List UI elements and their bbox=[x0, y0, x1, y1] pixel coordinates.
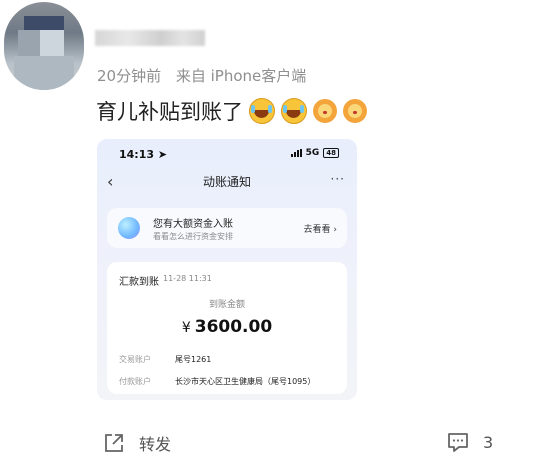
chevron-right-icon: › bbox=[333, 225, 337, 235]
comment-button[interactable]: 3 bbox=[447, 431, 493, 453]
repost-icon bbox=[105, 434, 123, 452]
banner-action: 去看看 › bbox=[303, 225, 338, 235]
post-text-content: 育儿补贴到账了 bbox=[96, 100, 243, 124]
status-icons: 5G 48 bbox=[290, 148, 339, 158]
transaction-card: 汇款到账 11-28 11:31 到账金额 ¥3600.00 交易账户 尾号126… bbox=[107, 262, 347, 394]
status-time: 14:13 ➤ bbox=[119, 148, 168, 161]
row-value: 长沙市天心区卫生健康局（尾号1095） bbox=[175, 377, 316, 386]
lion-emoji-icon bbox=[343, 99, 367, 123]
banner-title: 您有大额资金入账 bbox=[153, 219, 233, 230]
amount-number: 3600.00 bbox=[194, 317, 273, 337]
post-meta: 20分钟前 来自 iPhone客户端 bbox=[97, 65, 306, 86]
card-time: 11-28 11:31 bbox=[163, 274, 212, 283]
lion-emoji-icon bbox=[313, 99, 337, 123]
laugh-cry-emoji-icon bbox=[249, 98, 275, 124]
comment-count: 3 bbox=[483, 432, 494, 452]
repost-button[interactable]: 转发 bbox=[103, 431, 171, 455]
notice-banner: 您有大额资金入账 看看怎么进行资金安排 去看看 › bbox=[107, 208, 347, 248]
currency-symbol: ¥ bbox=[181, 320, 191, 336]
post-image[interactable]: 14:13 ➤ 5G 48 ‹ 动账通知 ··· 您有大额资金入账 看看怎么进行… bbox=[97, 139, 357, 400]
username-redacted[interactable] bbox=[95, 30, 205, 46]
row-key: 付款账户 bbox=[119, 377, 151, 386]
detail-row: 交易账户 尾号1261 bbox=[119, 354, 211, 365]
post-time: 20分钟前 bbox=[97, 67, 162, 85]
network-label: 5G bbox=[305, 148, 320, 158]
row-key: 交易账户 bbox=[119, 355, 151, 364]
row-value: 尾号1261 bbox=[175, 355, 212, 364]
battery-icon: 48 bbox=[323, 148, 339, 158]
signal-icon bbox=[290, 149, 302, 157]
avatar[interactable] bbox=[4, 2, 84, 90]
card-title: 汇款到账 bbox=[119, 277, 159, 288]
repost-label: 转发 bbox=[139, 435, 172, 454]
comment-icon bbox=[448, 433, 468, 452]
amount-label: 到账金额 bbox=[208, 300, 245, 310]
nav-title: 动账通知 bbox=[202, 175, 251, 189]
amount-value: ¥3600.00 bbox=[107, 317, 347, 337]
assistant-icon bbox=[118, 217, 140, 239]
more-icon: ··· bbox=[330, 172, 345, 186]
laugh-cry-emoji-icon bbox=[281, 98, 307, 124]
post-text: 育儿补贴到账了 bbox=[96, 96, 367, 126]
banner-subtitle: 看看怎么进行资金安排 bbox=[153, 232, 233, 241]
detail-row: 付款账户 长沙市天心区卫生健康局（尾号1095） bbox=[119, 376, 315, 387]
post-source: 来自 iPhone客户端 bbox=[175, 67, 307, 85]
